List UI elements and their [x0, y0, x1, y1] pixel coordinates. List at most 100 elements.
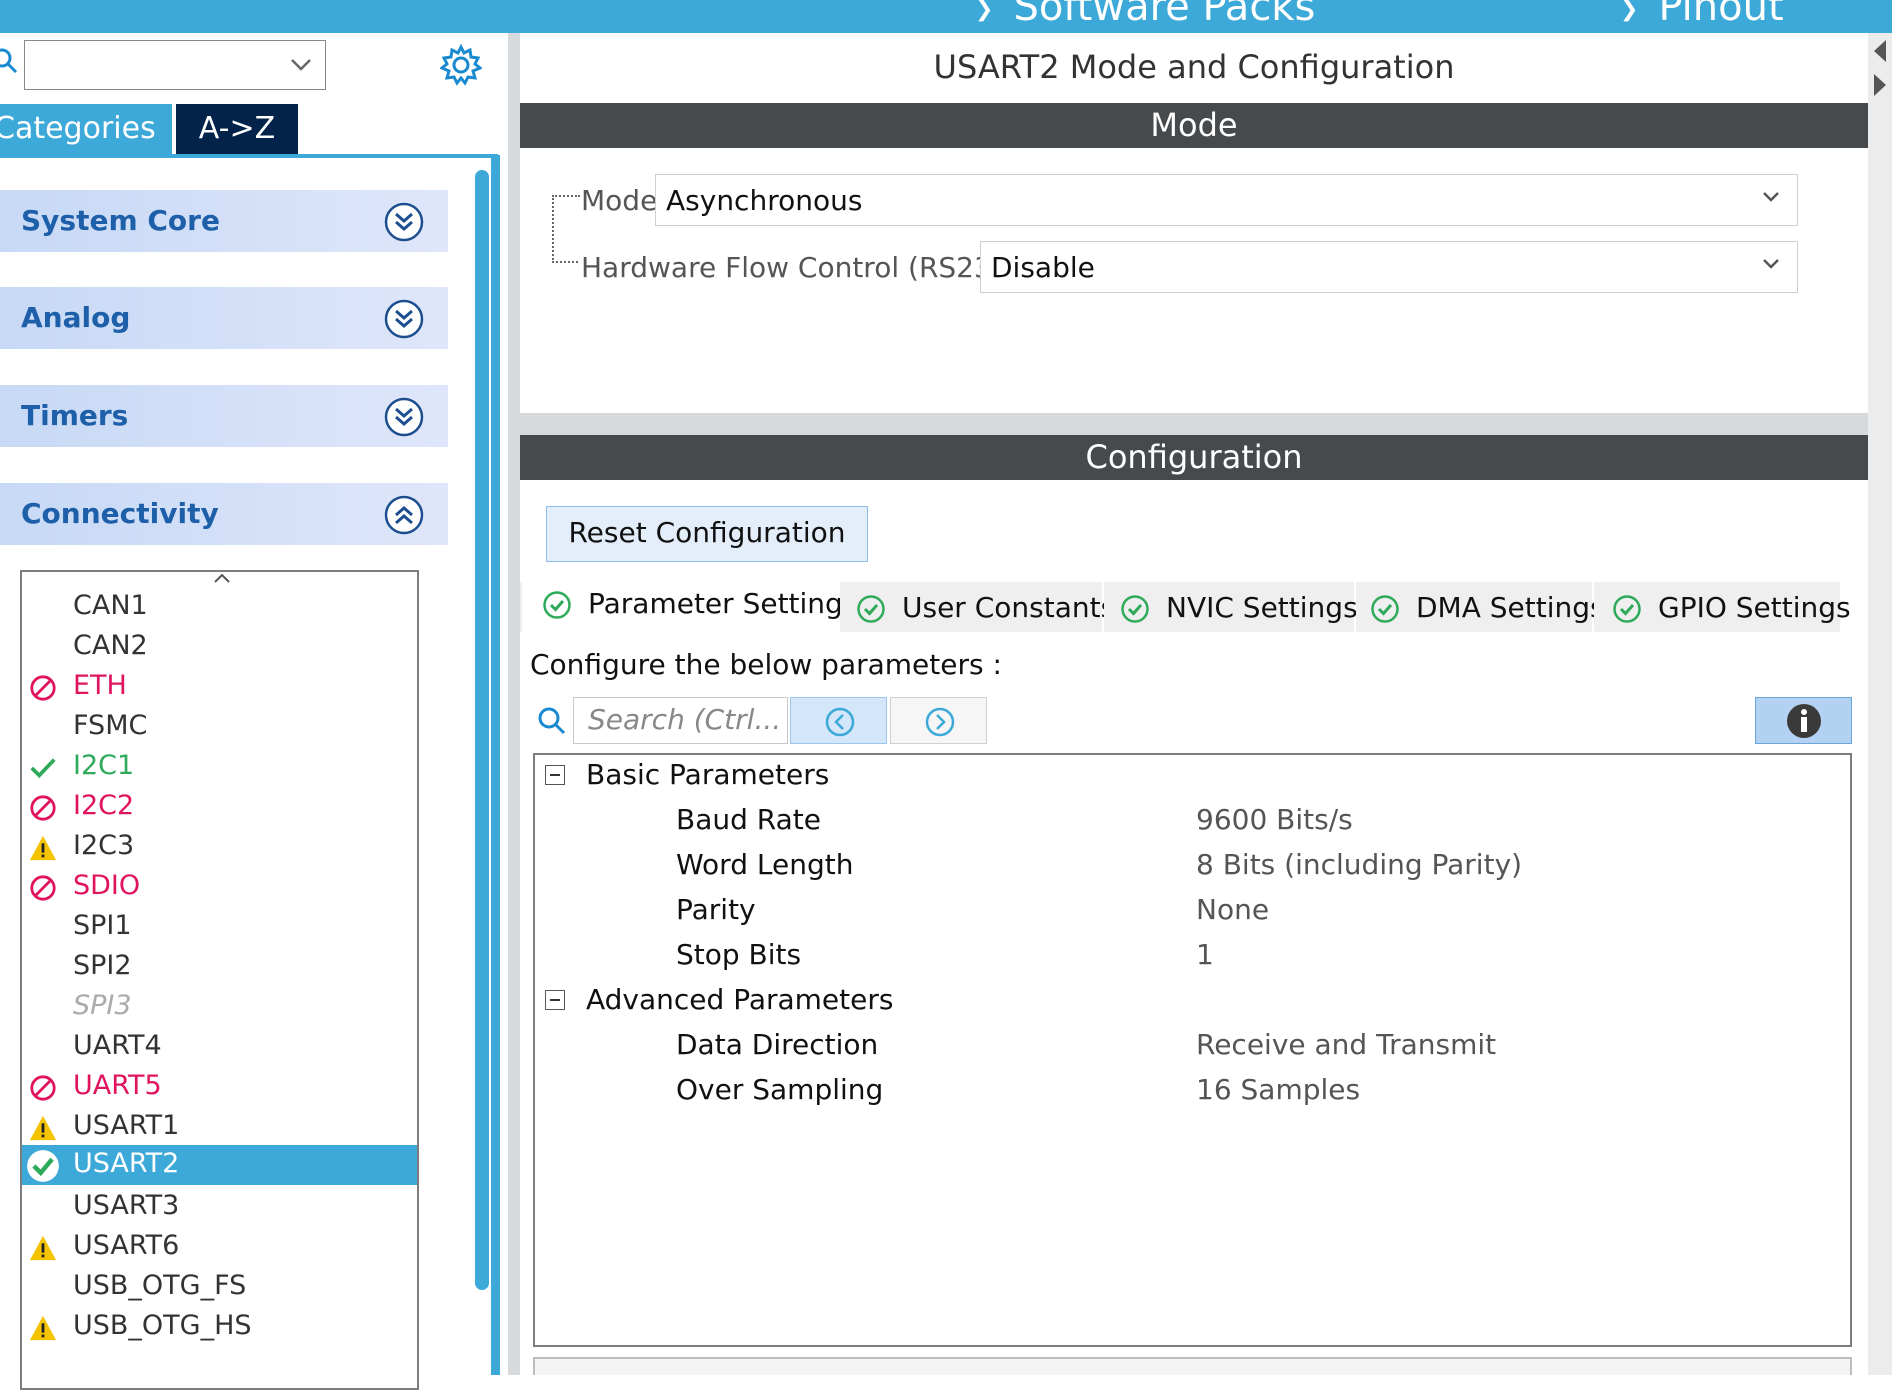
param-value[interactable]: 8 Bits (including Parity) [1196, 848, 1522, 881]
peripheral-item-can2[interactable]: CAN2 [22, 627, 417, 667]
expand-arrow-icon[interactable] [1872, 72, 1888, 98]
hw-flow-control-value: Disable [991, 251, 1095, 284]
tab-label: Parameter Settings [588, 587, 858, 620]
peripheral-item-spi2[interactable]: SPI2 [22, 947, 417, 987]
page-title: USART2 Mode and Configuration [933, 48, 1455, 86]
double-chevron-down-icon [384, 202, 424, 242]
param-name: Baud Rate [676, 803, 821, 836]
peripheral-label: UART4 [73, 1030, 162, 1061]
peripheral-item-i2c2[interactable]: I2C2 [22, 787, 417, 827]
tab-nvic-settings[interactable]: NVIC Settings [1104, 582, 1358, 632]
reset-configuration-button[interactable]: Reset Configuration [546, 506, 868, 562]
pinout-label: Pinout [1658, 0, 1784, 30]
param-name: Word Length [676, 848, 854, 881]
gear-icon[interactable] [440, 44, 482, 86]
blocked-icon [30, 875, 56, 901]
peripheral-item-usb-otg-fs[interactable]: USB_OTG_FS [22, 1267, 417, 1307]
param-value[interactable]: None [1196, 893, 1269, 926]
collapse-advanced-toggle[interactable] [545, 990, 565, 1010]
check-circle-icon [1613, 595, 1641, 623]
peripheral-item-uart5[interactable]: UART5 [22, 1067, 417, 1107]
mode-dropdown[interactable]: Asynchronous [655, 174, 1798, 226]
peripheral-item-spi1[interactable]: SPI1 [22, 907, 417, 947]
peripheral-label: I2C3 [73, 830, 135, 861]
tab-dma-settings[interactable]: DMA Settings [1356, 582, 1605, 632]
configure-instructions: Configure the below parameters : [530, 648, 1002, 681]
peripheral-item-spi3[interactable]: SPI3 [22, 987, 417, 1027]
chevron-down-icon [1763, 192, 1779, 202]
left-panel-scrollbar[interactable] [475, 170, 489, 1290]
peripheral-item-i2c1[interactable]: I2C1 [22, 747, 417, 787]
mode-value: Asynchronous [666, 184, 863, 217]
software-packs-menu[interactable]: ❯ Software Packs [975, 0, 1315, 30]
param-value[interactable]: 16 Samples [1196, 1073, 1360, 1106]
category-connectivity[interactable]: Connectivity [0, 483, 448, 545]
checkmark-icon [30, 758, 56, 779]
peripheral-item-usart2[interactable]: USART2 [22, 1145, 417, 1185]
peripheral-item-fsmc[interactable]: FSMC [22, 707, 417, 747]
collapse-basic-toggle[interactable] [545, 765, 565, 785]
category-label: Timers [21, 399, 129, 432]
peripheral-item-can1[interactable]: CAN1 [22, 587, 417, 627]
blocked-icon [30, 795, 56, 821]
chevron-down-icon: ❯ [1620, 0, 1639, 22]
peripheral-item-uart4[interactable]: UART4 [22, 1027, 417, 1067]
warning-icon [29, 835, 57, 861]
check-circle-icon [857, 595, 885, 623]
peripheral-item-sdio[interactable]: SDIO [22, 867, 417, 907]
top-menu-bar: ❯ Software Packs ❯ Pinout [0, 0, 1892, 33]
peripheral-item-usb-otg-hs[interactable]: USB_OTG_HS [22, 1307, 417, 1347]
parameter-search-input[interactable]: Search (Ctrl... [573, 697, 788, 744]
peripheral-item-i2c3[interactable]: I2C3 [22, 827, 417, 867]
scroll-up-icon[interactable] [212, 572, 232, 584]
info-icon [1787, 704, 1821, 738]
info-button[interactable] [1755, 697, 1852, 744]
configuration-section-header: Configuration [520, 435, 1868, 480]
right-edge-strip [1868, 33, 1892, 1375]
tab-label: GPIO Settings [1658, 591, 1851, 624]
tab-a-to-z[interactable]: A->Z [176, 104, 298, 154]
category-analog[interactable]: Analog [0, 287, 448, 349]
peripheral-label: SPI2 [73, 950, 132, 981]
tab-label: DMA Settings [1416, 591, 1605, 624]
category-timers[interactable]: Timers [0, 385, 448, 447]
left-panel-border [491, 155, 500, 1375]
tab-parameter-settings[interactable]: Parameter Settings [522, 578, 857, 632]
peripheral-item-usart6[interactable]: USART6 [22, 1227, 417, 1267]
peripheral-label: I2C1 [73, 750, 135, 781]
tree-connector [552, 195, 580, 263]
search-icon[interactable] [0, 48, 18, 74]
tree-connector [552, 261, 578, 263]
tab-user-constants[interactable]: User Constants [840, 582, 1115, 632]
category-label: Analog [21, 301, 131, 334]
param-value[interactable]: 9600 Bits/s [1196, 803, 1353, 836]
search-previous-button[interactable] [790, 697, 887, 744]
pinout-menu[interactable]: ❯ Pinout [1620, 0, 1784, 30]
chevron-down-icon [1763, 259, 1779, 269]
collapse-arrow-icon[interactable] [1872, 38, 1888, 64]
search-next-button[interactable] [890, 697, 987, 744]
category-system-core[interactable]: System Core [0, 190, 448, 252]
category-label: System Core [21, 204, 220, 237]
check-circle-icon [27, 1150, 59, 1182]
tab-gpio-settings[interactable]: GPIO Settings [1594, 582, 1851, 632]
peripheral-item-eth[interactable]: ETH [22, 667, 417, 707]
peripheral-label: USART2 [73, 1148, 180, 1179]
tab-label: NVIC Settings [1166, 591, 1358, 624]
hw-flow-control-dropdown[interactable]: Disable [980, 241, 1798, 293]
arrow-left-circle-icon [825, 707, 855, 737]
mode-label: Mode [581, 184, 658, 217]
param-value[interactable]: Receive and Transmit [1196, 1028, 1496, 1061]
tab-categories[interactable]: Categories [0, 104, 172, 154]
software-packs-label: Software Packs [1013, 0, 1316, 30]
peripheral-item-usart1[interactable]: USART1 [22, 1107, 417, 1147]
check-circle-icon [543, 591, 571, 619]
param-name: Stop Bits [676, 938, 802, 971]
check-circle-icon [1121, 595, 1149, 623]
search-icon [538, 707, 566, 735]
arrow-right-circle-icon [925, 707, 955, 737]
peripheral-item-usart3[interactable]: USART3 [22, 1187, 417, 1227]
peripheral-search-combobox[interactable] [24, 40, 326, 90]
peripheral-label: SPI1 [73, 910, 132, 941]
param-value[interactable]: 1 [1196, 938, 1214, 971]
